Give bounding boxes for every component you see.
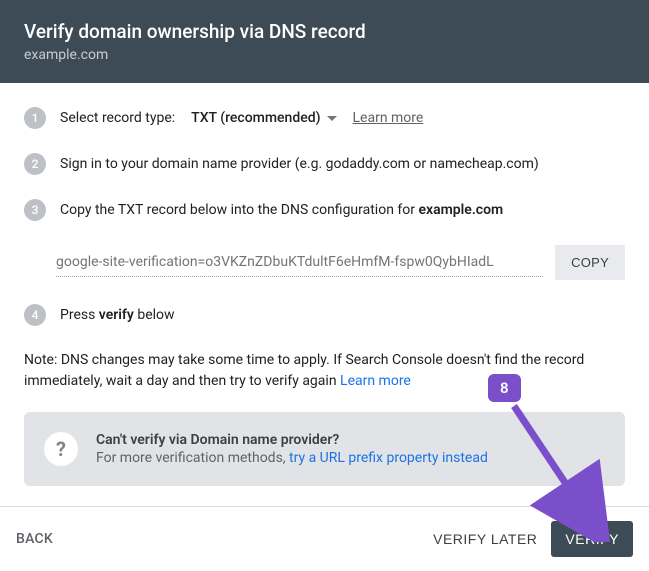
step-4-text: Press verify below	[60, 307, 175, 323]
step-1-label: Select record type:	[60, 110, 175, 126]
alt-verify-title: Can't verify via Domain name provider?	[96, 432, 488, 448]
record-type-row: Select record type: TXT (recommended) Le…	[60, 110, 423, 126]
txt-record-value[interactable]: google-site-verification=o3VKZnZDbuKTdul…	[56, 248, 543, 277]
copy-button[interactable]: COPY	[555, 245, 625, 280]
note-learn-more-link[interactable]: Learn more	[340, 373, 411, 389]
verify-button[interactable]: VERIFY	[551, 521, 633, 557]
chevron-down-icon	[327, 116, 337, 121]
dialog-content: 1 Select record type: TXT (recommended) …	[0, 83, 649, 486]
dialog-footer: BACK VERIFY LATER VERIFY	[0, 506, 649, 571]
alt-verify-sub: For more verification methods, try a URL…	[96, 450, 488, 466]
alt-verify-card: ? Can't verify via Domain name provider?…	[24, 412, 625, 486]
step-2: 2 Sign in to your domain name provider (…	[24, 153, 625, 175]
step-badge-2: 2	[24, 153, 46, 175]
step-1: 1 Select record type: TXT (recommended) …	[24, 107, 625, 129]
verify-later-button[interactable]: VERIFY LATER	[419, 521, 551, 557]
step-3-text: Copy the TXT record below into the DNS c…	[60, 202, 503, 218]
txt-record-row: google-site-verification=o3VKZnZDbuKTdul…	[56, 245, 625, 280]
step-2-text: Sign in to your domain name provider (e.…	[60, 156, 539, 172]
dialog-header: Verify domain ownership via DNS record e…	[0, 0, 649, 83]
dialog-title: Verify domain ownership via DNS record	[24, 20, 625, 43]
step-3: 3 Copy the TXT record below into the DNS…	[24, 199, 625, 221]
step-badge-3: 3	[24, 199, 46, 221]
question-icon: ?	[44, 432, 78, 466]
step-4: 4 Press verify below	[24, 304, 625, 326]
record-type-select[interactable]: TXT (recommended)	[191, 110, 336, 126]
step-badge-4: 4	[24, 304, 46, 326]
step-badge-1: 1	[24, 107, 46, 129]
back-button[interactable]: BACK	[16, 531, 53, 547]
dns-note: Note: DNS changes may take some time to …	[24, 350, 625, 392]
learn-more-link[interactable]: Learn more	[353, 110, 424, 126]
dialog-subtitle: example.com	[24, 47, 625, 63]
url-prefix-link[interactable]: try a URL prefix property instead	[289, 450, 488, 466]
record-type-value: TXT (recommended)	[191, 110, 320, 126]
